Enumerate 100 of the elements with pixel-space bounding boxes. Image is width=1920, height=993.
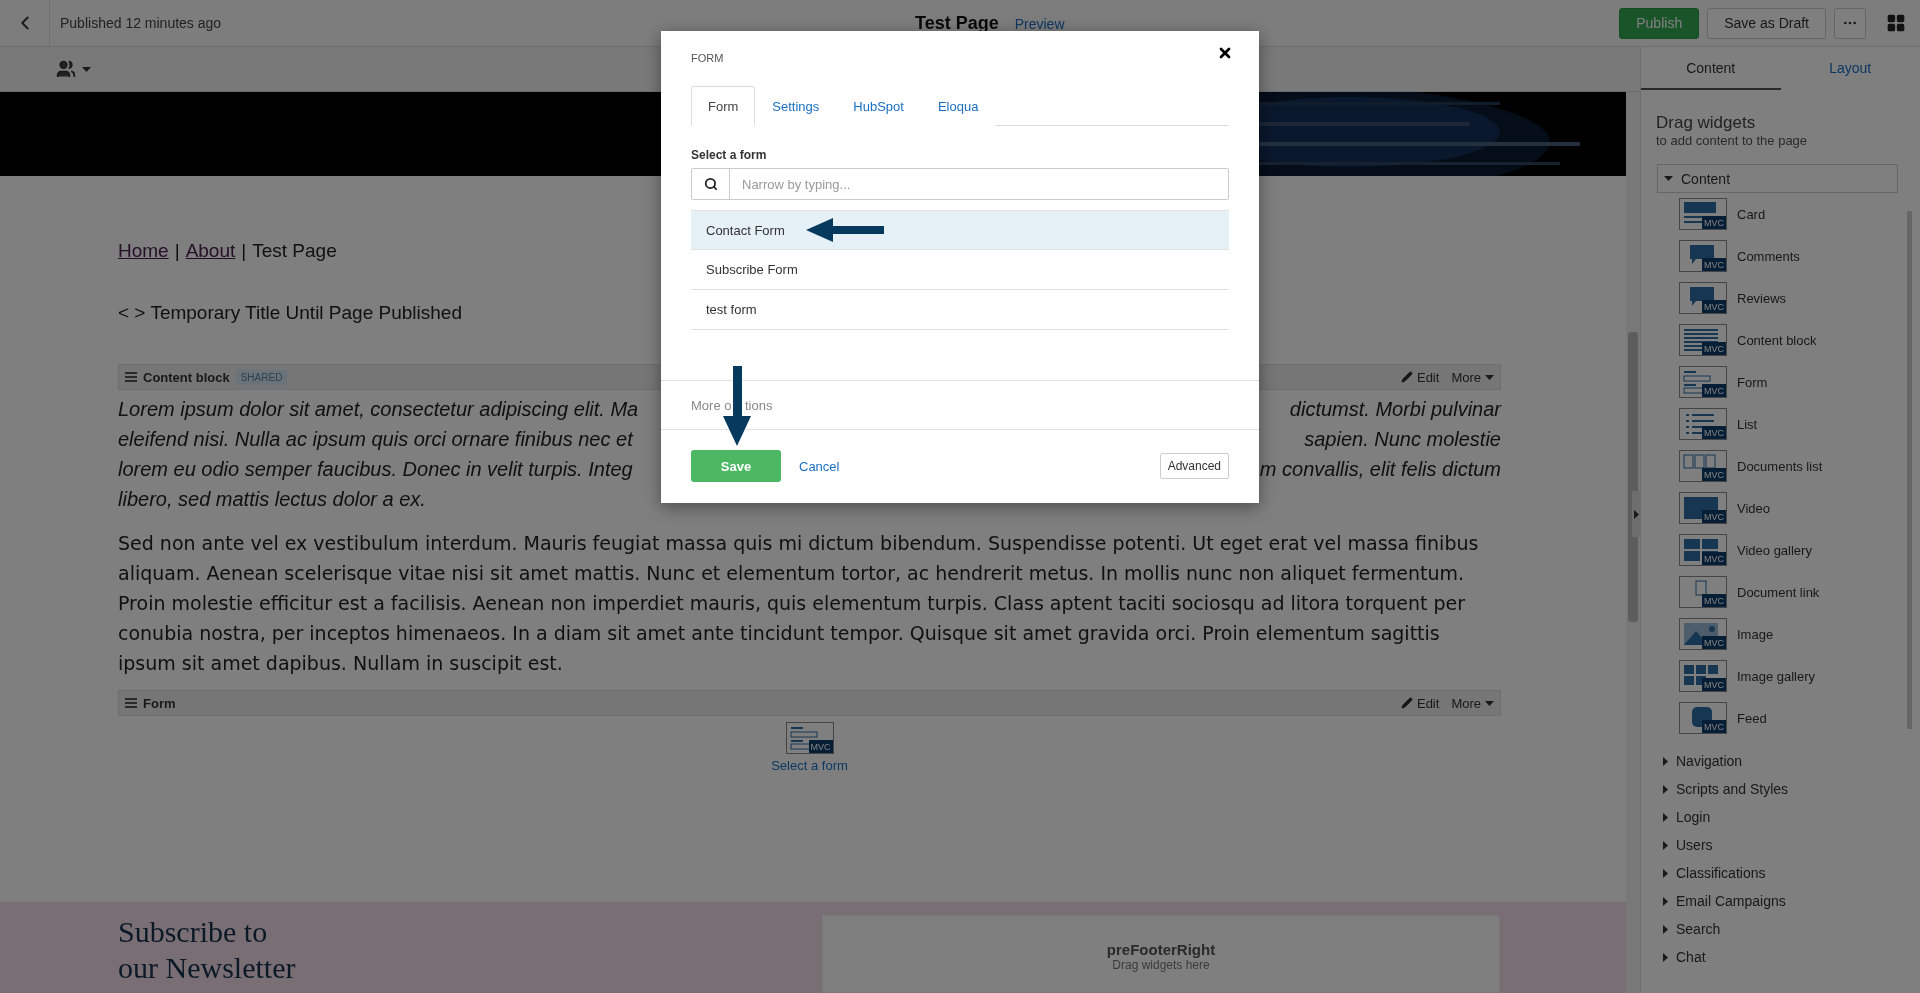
- widget-icon[interactable]: MVC: [1679, 492, 1727, 524]
- widget-label: Documents list: [1737, 458, 1823, 474]
- breadcrumb-separator: |: [241, 240, 247, 262]
- more-options-link[interactable]: tions: [745, 397, 773, 413]
- widget-icon[interactable]: MVC: [1679, 366, 1727, 398]
- widget-label: Image gallery: [1737, 668, 1816, 684]
- publish-button[interactable]: Publish: [1619, 7, 1700, 39]
- caret-icon: [1663, 952, 1668, 962]
- paragraph-text: libero, sed mattis lectus dolor a ex.: [118, 487, 426, 512]
- widget-group-header[interactable]: Chat: [1657, 943, 1898, 971]
- people-button[interactable]: [56, 59, 91, 79]
- widget-title: Form: [143, 695, 176, 711]
- widget-title: Content block: [143, 369, 230, 385]
- pencil-icon: [1400, 371, 1413, 383]
- save-button[interactable]: Save: [691, 450, 781, 482]
- sidebar-subheading: to add content to the page: [1655, 133, 1809, 148]
- breadcrumb-link[interactable]: Home: [118, 240, 169, 262]
- more-options-link[interactable]: More o: [691, 397, 733, 413]
- caret-icon: [1663, 840, 1668, 850]
- widget-icon[interactable]: MVC: [1679, 450, 1727, 482]
- widget-icon[interactable]: MVC: [1679, 702, 1727, 734]
- scrollbar-thumb[interactable]: [1907, 211, 1912, 729]
- widget-group-header[interactable]: Content: [1657, 164, 1898, 193]
- paragraph-text: Sed non ante vel ex vestibulum interdum. Mauris feugiat massa quis mi dictum bibendum. Suspendisse potenti. Ut eget erat vel massa finibus aliquam. Aenean scelerisque vitae nisi sit amet mattis. Nunc et elementum tortor, ac hendrerit metus. In mollis nunc non aliquet fermentum. Proin molestie efficitur est a facilisis. Aenean non imperdiet mauris, quis elementum turpis. Class aptent taciti sociosqu ad litora torquent per conubia nostra, per inceptos himenaeos. In a diam sit amet ante tincidunt tempor. Quisque sit amet gravida orci. Proin elementum sagittis ipsum sit amet dapibus. Nullam in suscipit est.: [118, 531, 1480, 676]
- pencil-icon: [1400, 697, 1413, 709]
- widget-label: Reviews: [1737, 290, 1787, 306]
- caret-icon: [82, 66, 91, 72]
- preview-link[interactable]: Preview: [1014, 15, 1065, 32]
- edit-link[interactable]: Edit: [1400, 695, 1440, 711]
- search-icon: [703, 177, 718, 191]
- widget-label: Document link: [1737, 584, 1820, 600]
- sidebar-tab[interactable]: Layout: [1780, 47, 1920, 90]
- widget-icon[interactable]: MVC: [1679, 576, 1727, 608]
- widget-icon[interactable]: MVC: [1679, 660, 1727, 692]
- widget-label: Video: [1737, 500, 1770, 516]
- save-draft-button[interactable]: Save as Draft: [1707, 7, 1826, 39]
- caret-icon: [1485, 374, 1494, 380]
- grid-icon[interactable]: [1886, 13, 1906, 33]
- widget-icon[interactable]: MVC: [1679, 282, 1727, 314]
- paragraph-text: dictumst. Morbi pulvinar: [1289, 397, 1501, 422]
- paragraph-text: Lorem ipsum dolor sit amet, consectetur adipiscing elit. Ma: [118, 397, 639, 422]
- scrollbar-thumb[interactable]: [1628, 332, 1638, 622]
- widget-icon[interactable]: MVC: [1679, 240, 1727, 272]
- shared-badge: SHARED: [235, 369, 288, 385]
- widget-group-header[interactable]: Navigation: [1657, 747, 1898, 775]
- search-box[interactable]: Narrow by typing...: [691, 168, 1229, 200]
- caret-icon: [1664, 176, 1673, 181]
- cancel-link[interactable]: Cancel: [799, 458, 840, 474]
- widget-icon[interactable]: MVC: [1679, 408, 1727, 440]
- more-menu[interactable]: More: [1451, 695, 1494, 711]
- widget-icon[interactable]: MVC: [1679, 618, 1727, 650]
- widget-group-header[interactable]: Search: [1657, 915, 1898, 943]
- widget-label: Comments: [1737, 248, 1800, 264]
- widget-label: List: [1737, 416, 1758, 432]
- caret-icon: [1663, 812, 1668, 822]
- page-title: Test Page: [915, 13, 999, 34]
- zone-title: preFooterRight: [1106, 941, 1216, 958]
- breadcrumb-separator: |: [174, 240, 180, 262]
- widget-group-header[interactable]: Email Campaigns: [1657, 887, 1898, 915]
- more-menu[interactable]: More: [1451, 369, 1494, 385]
- caret-icon: [1485, 700, 1494, 706]
- page-heading: < > Temporary Title Until Page Published: [118, 302, 462, 324]
- caret-icon: [1663, 868, 1668, 878]
- form-option[interactable]: Contact Form: [691, 210, 1229, 250]
- widget-icon[interactable]: MVC: [1679, 324, 1727, 356]
- caret-icon: [1663, 784, 1668, 794]
- caret-icon: [1663, 924, 1668, 934]
- paragraph-text: m convallis, elit felis dictum: [1259, 457, 1501, 482]
- widget-group-header[interactable]: Login: [1657, 803, 1898, 831]
- zone-hint: Drag widgets here: [1112, 958, 1210, 972]
- breadcrumb-link[interactable]: About: [185, 240, 236, 262]
- caret-icon: [1663, 896, 1668, 906]
- caret-icon: [1663, 756, 1668, 766]
- paragraph-text: lorem eu odio semper faucibus. Donec in velit turpis. Integ: [118, 457, 633, 482]
- advanced-button[interactable]: Advanced: [1159, 453, 1229, 479]
- publish-status: Published 12 minutes ago: [60, 15, 222, 31]
- field-label: Select a form: [691, 148, 768, 162]
- widget-label: Content block: [1737, 332, 1817, 348]
- widget-group-header[interactable]: Users: [1657, 831, 1898, 859]
- widget-icon[interactable]: MVC: [1679, 198, 1727, 230]
- drag-handle-icon[interactable]: [125, 372, 137, 382]
- widget-label: Video gallery: [1737, 542, 1812, 558]
- newsletter-heading: Subscribe to our Newsletter: [118, 914, 297, 986]
- drag-handle-icon[interactable]: [125, 698, 137, 708]
- widget-label: Card: [1737, 206, 1766, 222]
- form-widget-icon: MVC: [785, 722, 834, 754]
- widget-group-header[interactable]: Classifications: [1657, 859, 1898, 887]
- widget-label: Feed: [1737, 710, 1767, 726]
- select-form-link[interactable]: Select a form: [771, 758, 848, 773]
- widget-icon[interactable]: MVC: [1679, 534, 1727, 566]
- widget-group-header[interactable]: Scripts and Styles: [1657, 775, 1898, 803]
- paragraph-text: sapien. Nunc molestie: [1304, 427, 1501, 452]
- edit-link[interactable]: Edit: [1400, 369, 1440, 385]
- breadcrumb-current: Test Page: [252, 240, 337, 262]
- collapse-handle[interactable]: [1632, 491, 1640, 537]
- paragraph-text: eleifend nisi. Nulla ac ipsum quis orci ornare finibus nec et: [118, 427, 633, 452]
- dialog-tab[interactable]: Form: [691, 86, 756, 126]
- sidebar-tab[interactable]: Content: [1641, 47, 1781, 90]
- widget-label: Image: [1737, 626, 1774, 642]
- close-icon[interactable]: [1217, 45, 1233, 61]
